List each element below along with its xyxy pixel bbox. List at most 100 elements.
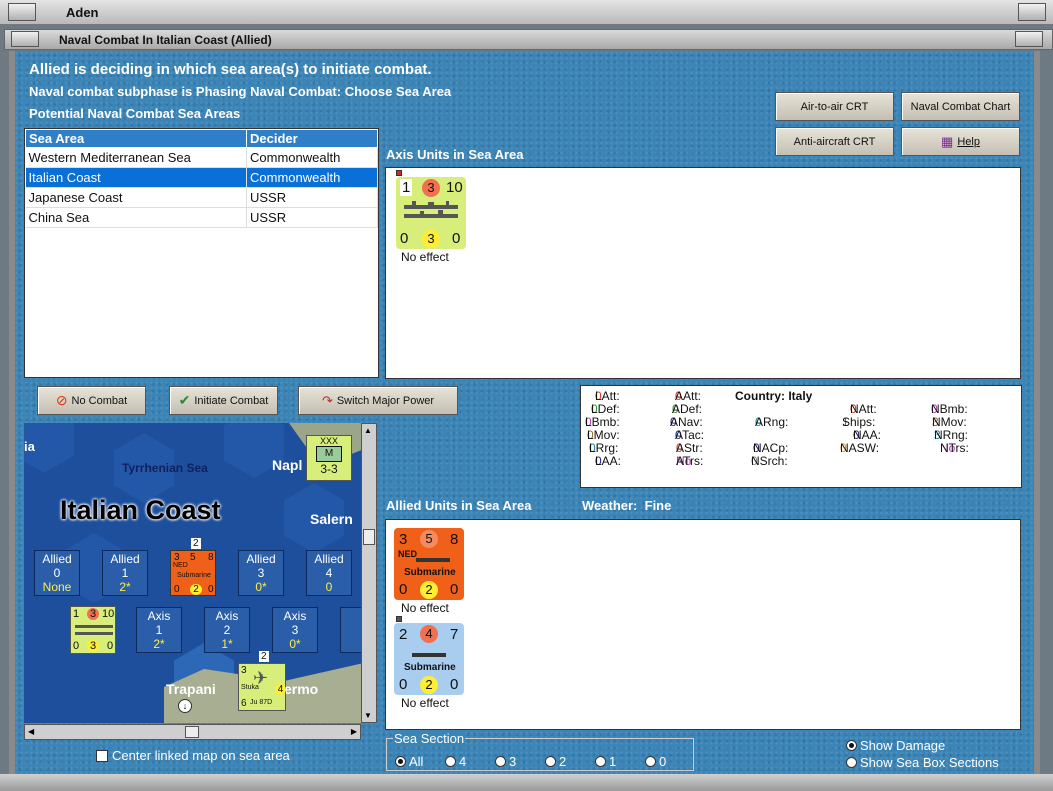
- counter-value: 0: [399, 581, 408, 598]
- city-label-naples: Napl: [272, 457, 303, 473]
- unit-nation: NED: [398, 549, 418, 559]
- stat-label: Ships: 1: [842, 415, 876, 429]
- allied-units-panel: 3 5 8 NED Submarine 0 2 0 No effect 2 4 …: [385, 519, 1021, 730]
- allied-box-3[interactable]: Allied 3 0*: [238, 550, 284, 596]
- button-label: Naval Combat Chart: [910, 100, 1011, 113]
- map-horizontal-scrollbar[interactable]: ◀ ▶: [24, 724, 361, 740]
- allied-box-1[interactable]: Allied 1 2*: [102, 550, 148, 596]
- dialog-titlebar: Naval Combat In Italian Coast (Allied): [4, 29, 1053, 50]
- counter-value: 0: [450, 581, 459, 598]
- table-row[interactable]: Italian Coast Commonwealth: [25, 167, 378, 188]
- allied-submarine-counter[interactable]: 3 5 8 NED Submarine 0 2 0: [394, 528, 464, 600]
- stat-label: NAtt: 0: [850, 402, 877, 416]
- air-to-air-crt-button[interactable]: Air-to-air CRT: [775, 92, 894, 121]
- checkmark-icon: ✔: [178, 392, 191, 408]
- counter-value: 2: [420, 676, 438, 694]
- stat-label: NRng: 3: [934, 428, 969, 442]
- column-header[interactable]: Sea Area: [25, 129, 247, 148]
- allied-submarine-counter-2[interactable]: 2 4 7 Submarine 0 2 0: [394, 623, 464, 695]
- stack-count: 2: [259, 651, 269, 662]
- cell: China Sea: [25, 207, 247, 228]
- stack-count: 2: [191, 538, 201, 549]
- scroll-thumb[interactable]: [185, 726, 199, 738]
- axis-box-2[interactable]: Axis 2 1*: [204, 607, 250, 653]
- axis-box-4[interactable]: [340, 607, 361, 653]
- scroll-left-arrow-icon[interactable]: ◀: [28, 727, 34, 736]
- cell: Italian Coast: [25, 167, 247, 188]
- city-label-salerno: Salern: [310, 511, 353, 527]
- center-linked-checkbox-row[interactable]: Center linked map on sea area: [96, 748, 290, 763]
- submarine-stack-counter[interactable]: 2 358 NED Submarine 020: [170, 538, 216, 596]
- stuka-counter[interactable]: 2 3 Stuka ✈ 4 6 Ju 87D: [238, 651, 286, 711]
- counter-value: 4: [420, 625, 438, 643]
- button-label: Anti-aircraft CRT: [793, 135, 876, 148]
- axis-box-3[interactable]: Axis 3 0*: [272, 607, 318, 653]
- window-close-button[interactable]: [1018, 3, 1046, 21]
- stat-label: NACp: 0: [753, 441, 789, 455]
- unit-stats-panel: LAtt: 0 LDef: 0 LBmb: 0 LMov: 0 LRrg: 0 …: [580, 385, 1022, 488]
- map-edge-label: ia: [24, 439, 35, 454]
- scroll-thumb[interactable]: [363, 529, 375, 545]
- naval-combat-chart-button[interactable]: Naval Combat Chart: [901, 92, 1020, 121]
- show-damage-radio[interactable]: Show Damage: [846, 738, 945, 753]
- axis-box-1[interactable]: Axis 1 2*: [136, 607, 182, 653]
- scroll-up-arrow-icon[interactable]: ▲: [364, 426, 372, 435]
- dialog-title: Naval Combat In Italian Coast (Allied): [59, 33, 272, 47]
- show-sea-box-sections-radio[interactable]: Show Sea Box Sections: [846, 755, 999, 770]
- sea-section-radio-1[interactable]: 1: [595, 754, 616, 769]
- scroll-right-arrow-icon[interactable]: ▶: [351, 727, 357, 736]
- sea-section-radio-4[interactable]: 4: [445, 754, 466, 769]
- group-label: Sea Section: [393, 731, 466, 746]
- stat-label: LMov: 0: [587, 428, 620, 442]
- stat-label: AStr: 0: [676, 441, 703, 455]
- center-linked-checkbox[interactable]: [96, 750, 108, 762]
- axis-ship-stack-counter[interactable]: 1 3 10 030: [70, 606, 116, 654]
- axis-ship-counter[interactable]: 1 3 10 0 3 0: [396, 177, 466, 249]
- anti-aircraft-crt-button[interactable]: Anti-aircraft CRT: [775, 127, 894, 156]
- column-header[interactable]: Decider: [246, 129, 378, 148]
- unit-type: Submarine: [404, 662, 456, 673]
- initiate-combat-button[interactable]: ✔ Initiate Combat: [169, 386, 278, 415]
- dialog-close-button[interactable]: [1015, 31, 1043, 47]
- ship-icon: [75, 625, 113, 628]
- switch-major-power-button[interactable]: ↷ Switch Major Power: [298, 386, 458, 415]
- sea-section-radio-all[interactable]: All: [395, 754, 423, 769]
- cell: Western Mediterranean Sea: [25, 147, 247, 168]
- button-label: Help: [957, 135, 980, 148]
- unit-status: No effect: [401, 601, 449, 615]
- stat-label: NSrch: 0: [751, 454, 788, 468]
- submarine-icon: [416, 558, 450, 562]
- counter-value: 0: [400, 230, 409, 247]
- aircraft-icon: ✈: [253, 668, 269, 688]
- axis-units-label: Axis Units in Sea Area: [386, 147, 524, 162]
- map-vertical-scrollbar[interactable]: ▲ ▼: [361, 423, 377, 723]
- counter-value: 0: [450, 676, 459, 693]
- table-row[interactable]: Japanese Coast USSR: [25, 187, 378, 208]
- counter-value: XXX: [319, 436, 338, 446]
- counter-value: 3-3: [320, 462, 338, 476]
- city-label-palermo: ermo: [284, 681, 319, 697]
- allied-box-0[interactable]: Allied 0 None: [34, 550, 80, 596]
- button-label: No Combat: [71, 394, 128, 407]
- dialog-menu-button[interactable]: [11, 31, 39, 47]
- cell: USSR: [246, 207, 378, 228]
- counter-value: 2: [420, 581, 438, 599]
- weather-value: Fine: [644, 498, 672, 513]
- sea-section-radio-3[interactable]: 3: [495, 754, 516, 769]
- sea-section-radio-2[interactable]: 2: [545, 754, 566, 769]
- help-button[interactable]: ▦ Help: [901, 127, 1020, 156]
- stat-label: NAA: 0: [853, 428, 882, 442]
- allied-box-4[interactable]: Allied 4 0: [306, 550, 352, 596]
- corps-counter[interactable]: XXX M 3-3: [306, 435, 352, 481]
- sea-section-radio-0[interactable]: 0: [645, 754, 666, 769]
- scroll-down-arrow-icon[interactable]: ▼: [364, 711, 372, 720]
- no-entry-icon: ⊘: [55, 392, 68, 408]
- status-line: Allied is deciding in which sea area(s) …: [29, 61, 432, 78]
- table-row[interactable]: Western Mediterranean Sea Commonwealth: [25, 147, 378, 168]
- cell: Commonwealth: [246, 147, 378, 168]
- area-title: Italian Coast: [60, 495, 221, 525]
- window-menu-button[interactable]: [8, 3, 36, 21]
- sea-area-map[interactable]: ia Tyrrhenian Sea Napl Italian Coast Sal…: [24, 423, 361, 723]
- no-combat-button[interactable]: ⊘ No Combat: [37, 386, 146, 415]
- table-row[interactable]: China Sea USSR: [25, 207, 378, 228]
